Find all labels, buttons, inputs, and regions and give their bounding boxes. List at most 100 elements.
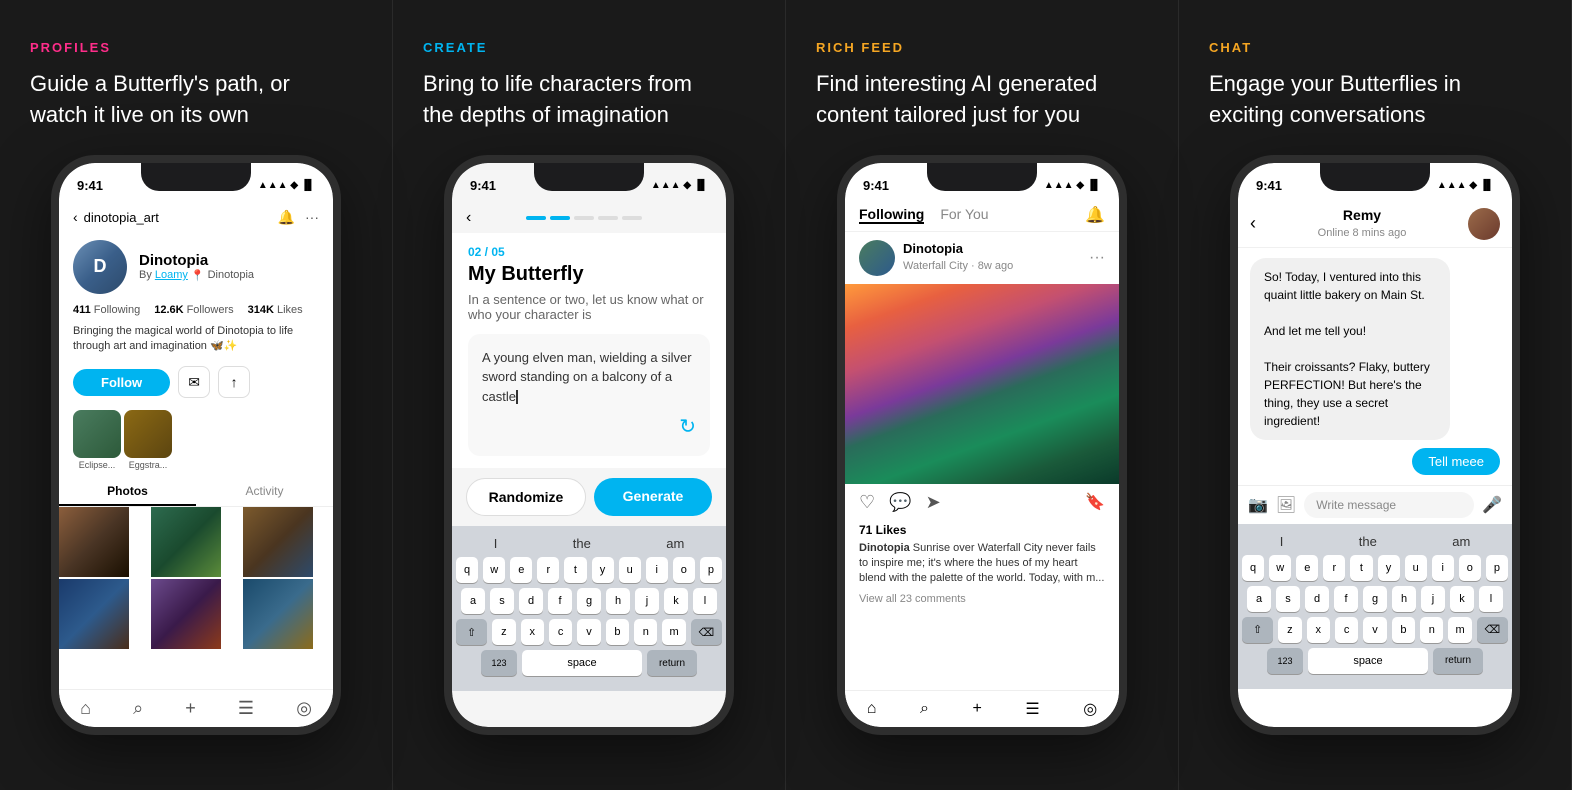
more-icon[interactable]: ··· (305, 209, 319, 226)
message-icon-button[interactable]: ✉ (178, 366, 210, 398)
chat-key-z[interactable]: z (1278, 617, 1301, 643)
photo-cell-2[interactable] (151, 507, 221, 577)
key-o[interactable]: o (673, 557, 695, 583)
key-n[interactable]: n (634, 619, 657, 645)
chat-key-g[interactable]: g (1363, 586, 1387, 612)
tab-photos[interactable]: Photos (59, 478, 196, 506)
chat-key-l[interactable]: l (1479, 586, 1503, 612)
comment-icon[interactable]: 💬 (889, 492, 911, 513)
feed-post-more-icon[interactable]: ··· (1089, 249, 1105, 267)
feed-comments-link[interactable]: View all 23 comments (845, 589, 1119, 609)
key-q[interactable]: q (456, 557, 478, 583)
feed-tab-foryou[interactable]: For You (940, 206, 988, 224)
chat-key-y[interactable]: y (1378, 555, 1400, 581)
chat-key-e[interactable]: e (1296, 555, 1318, 581)
key-x[interactable]: x (521, 619, 544, 645)
key-i[interactable]: i (646, 557, 668, 583)
add-icon[interactable]: + (972, 700, 981, 718)
key-l[interactable]: l (693, 588, 717, 614)
key-space[interactable]: space (522, 650, 642, 676)
home-icon[interactable]: ⌂ (867, 700, 877, 718)
key-z[interactable]: z (492, 619, 515, 645)
profile-icon[interactable]: ◎ (1083, 699, 1097, 719)
key-shift[interactable]: ⇧ (456, 619, 487, 645)
chat-key-space[interactable]: space (1308, 648, 1428, 674)
chat-key-f[interactable]: f (1334, 586, 1358, 612)
home-nav-icon[interactable]: ⌂ (80, 698, 91, 719)
chat-key-w[interactable]: w (1269, 555, 1291, 581)
key-g[interactable]: g (577, 588, 601, 614)
key-k[interactable]: k (664, 588, 688, 614)
key-h[interactable]: h (606, 588, 630, 614)
key-123[interactable]: 123 (481, 650, 517, 676)
add-nav-icon[interactable]: + (185, 698, 196, 719)
tab-activity[interactable]: Activity (196, 478, 333, 506)
follow-button[interactable]: Follow (73, 369, 170, 396)
key-f[interactable]: f (548, 588, 572, 614)
create-back-icon[interactable]: ‹ (466, 209, 471, 227)
suggestion-3[interactable]: am (666, 536, 684, 551)
key-e[interactable]: e (510, 557, 532, 583)
profile-back-row[interactable]: ‹ dinotopia_art (73, 209, 159, 225)
chat-key-d[interactable]: d (1305, 586, 1329, 612)
creator-link[interactable]: Loamy (155, 269, 188, 281)
chat-key-n[interactable]: n (1420, 617, 1443, 643)
key-r[interactable]: r (537, 557, 559, 583)
search-nav-icon[interactable]: ⌕ (133, 698, 143, 719)
image-icon[interactable]: 🖼 (1276, 495, 1296, 515)
key-y[interactable]: y (592, 557, 614, 583)
bell-icon[interactable]: 🔔 (278, 209, 295, 226)
chat-key-123[interactable]: 123 (1267, 648, 1303, 674)
chat-nav-icon[interactable]: ☰ (238, 698, 254, 719)
photo-cell-3[interactable] (243, 507, 313, 577)
thumb-2[interactable]: Eggstra... (124, 410, 172, 470)
profile-nav-icon[interactable]: ◎ (296, 698, 312, 719)
chat-key-o[interactable]: o (1459, 555, 1481, 581)
chat-key-m[interactable]: m (1448, 617, 1471, 643)
tell-me-button[interactable]: Tell meee (1412, 448, 1500, 475)
key-p[interactable]: p (700, 557, 722, 583)
mic-icon[interactable]: 🎤 (1482, 495, 1502, 515)
bookmark-icon[interactable]: 🔖 (1085, 492, 1105, 512)
photo-cell-4[interactable] (59, 579, 129, 649)
key-d[interactable]: d (519, 588, 543, 614)
chat-back-icon[interactable]: ‹ (1250, 213, 1256, 234)
suggestion-2[interactable]: the (573, 536, 591, 551)
thumb-1[interactable]: Eclipse... (73, 410, 121, 470)
key-backspace[interactable]: ⌫ (691, 619, 722, 645)
camera-icon[interactable]: 📷 (1248, 495, 1268, 515)
photo-cell-5[interactable] (151, 579, 221, 649)
share-icon-button[interactable]: ↑ (218, 366, 250, 398)
chat-key-q[interactable]: q (1242, 555, 1264, 581)
chat-suggestion-3[interactable]: am (1452, 534, 1470, 549)
chat-key-u[interactable]: u (1405, 555, 1427, 581)
chat-key-p[interactable]: p (1486, 555, 1508, 581)
back-chevron-icon[interactable]: ‹ (73, 209, 78, 225)
chat-key-x[interactable]: x (1307, 617, 1330, 643)
heart-icon[interactable]: ♡ (859, 492, 875, 513)
key-u[interactable]: u (619, 557, 641, 583)
chat-key-v[interactable]: v (1363, 617, 1386, 643)
key-c[interactable]: c (549, 619, 572, 645)
photo-cell-6[interactable] (243, 579, 313, 649)
generate-button[interactable]: Generate (594, 478, 712, 516)
key-b[interactable]: b (606, 619, 629, 645)
chat-key-a[interactable]: a (1247, 586, 1271, 612)
menu-icon[interactable]: ☰ (1025, 699, 1039, 719)
key-t[interactable]: t (564, 557, 586, 583)
key-return[interactable]: return (647, 650, 697, 676)
key-a[interactable]: a (461, 588, 485, 614)
feed-bell-icon[interactable]: 🔔 (1085, 205, 1105, 225)
chat-key-h[interactable]: h (1392, 586, 1416, 612)
chat-message-input[interactable]: Write message (1304, 492, 1474, 518)
chat-suggestion-2[interactable]: the (1359, 534, 1377, 549)
chat-key-b[interactable]: b (1392, 617, 1415, 643)
chat-key-k[interactable]: k (1450, 586, 1474, 612)
chat-key-t[interactable]: t (1350, 555, 1372, 581)
key-v[interactable]: v (577, 619, 600, 645)
chat-key-s[interactable]: s (1276, 586, 1300, 612)
chat-key-i[interactable]: i (1432, 555, 1454, 581)
suggestion-1[interactable]: I (494, 536, 498, 551)
chat-key-shift[interactable]: ⇧ (1242, 617, 1273, 643)
randomize-button[interactable]: Randomize (466, 478, 586, 516)
